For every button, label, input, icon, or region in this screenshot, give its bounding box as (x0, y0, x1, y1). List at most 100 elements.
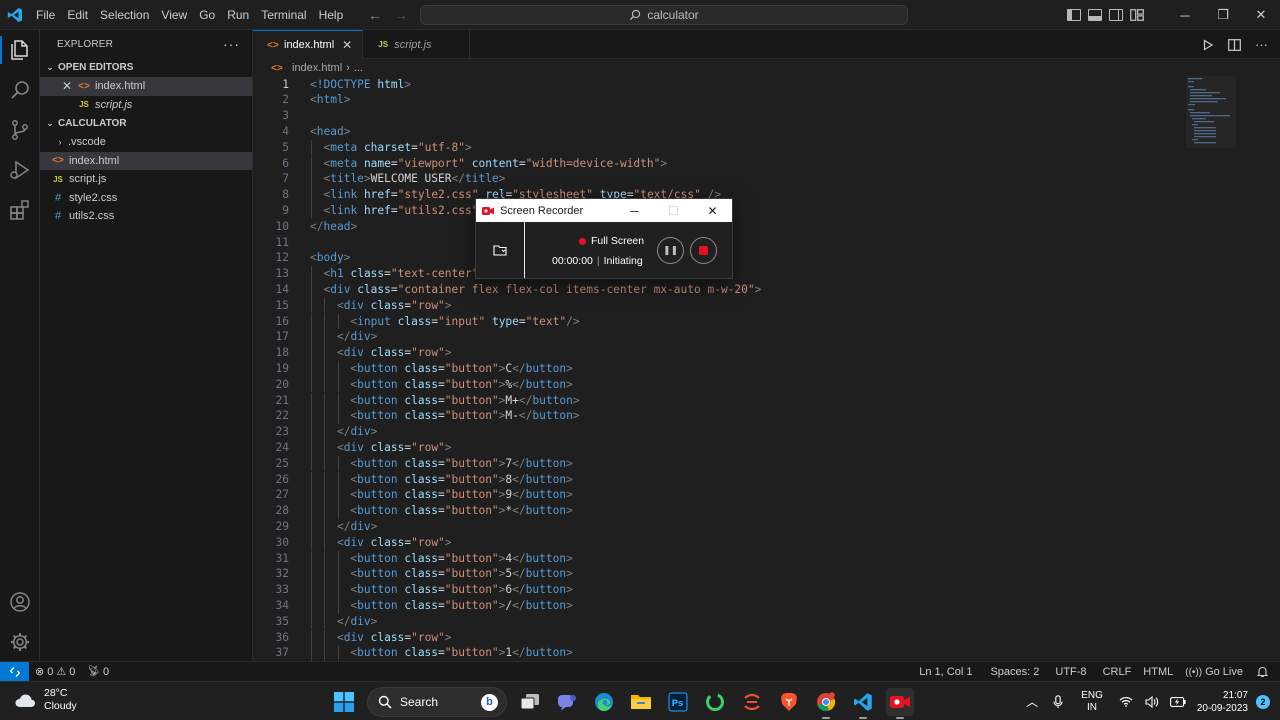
manage-gear-icon[interactable] (8, 630, 32, 654)
open-editor-item[interactable]: JS script.js (40, 96, 252, 115)
back-arrow-icon[interactable]: ← (368, 7, 382, 23)
code-line[interactable]: 33 <button class="button">6</button> (253, 582, 1193, 598)
code-editor[interactable]: 1 <!DOCTYPE html> 2 <html> 3 4 <head> 5 <meta c… (253, 76, 1280, 661)
folder-calculator-header[interactable]: ⌄ CALCULATOR (40, 114, 252, 133)
toggle-secondary-sidebar-icon[interactable] (1109, 9, 1123, 21)
code-line[interactable]: 29 </div> (253, 519, 1193, 535)
edge-browser-button[interactable] (590, 688, 618, 716)
recorder-minimize-button[interactable]: ─ (615, 199, 654, 222)
go-live-button[interactable]: ((•)) Go Live (1179, 666, 1249, 678)
run-and-debug-icon[interactable] (8, 158, 32, 182)
editor-more-actions-icon[interactable]: ··· (1255, 37, 1268, 52)
code-line[interactable]: 30 <div class="row"> (253, 535, 1193, 551)
code-line[interactable]: 26 <button class="button">8</button> (253, 472, 1193, 488)
code-line[interactable]: 36 <div class="row"> (253, 630, 1193, 646)
split-editor-icon[interactable] (1228, 38, 1241, 51)
breadcrumb-file[interactable]: index.html (292, 62, 342, 74)
menu-item-run[interactable]: Run (221, 0, 255, 30)
tree-item-style2-css[interactable]: # style2.css (40, 189, 252, 208)
remote-indicator-button[interactable] (0, 661, 29, 682)
chrome-browser-button[interactable] (812, 688, 840, 719)
end-of-line[interactable]: CRLF (1093, 666, 1138, 678)
source-control-icon[interactable] (8, 118, 32, 142)
tree-item-utils2-css[interactable]: # utils2.css (40, 207, 252, 226)
more-actions-icon[interactable]: ··· (223, 36, 240, 52)
menu-item-view[interactable]: View (155, 0, 193, 30)
toggle-primary-sidebar-icon[interactable] (1067, 9, 1081, 21)
show-hidden-icons-chevron-icon[interactable]: ︿ (1019, 682, 1045, 720)
code-line[interactable]: 22 <button class="button">M-</button> (253, 408, 1193, 424)
code-line[interactable]: 18 <div class="row"> (253, 345, 1193, 361)
code-line[interactable]: 6 <meta name="viewport" content="width=d… (253, 156, 1193, 172)
wifi-icon[interactable] (1113, 682, 1139, 720)
explorer-files-icon[interactable] (8, 38, 32, 62)
menu-item-selection[interactable]: Selection (94, 0, 155, 30)
pause-button[interactable]: ❚❚ (657, 237, 684, 264)
code-line[interactable]: 14 <div class="container flex flex-col i… (253, 282, 1193, 298)
ports-indicator[interactable]: 📡︎ 0 (81, 666, 115, 678)
code-line[interactable]: 37 <button class="button">1</button> (253, 645, 1193, 661)
input-language-indicator[interactable]: ENG IN (1071, 690, 1113, 714)
microphone-icon[interactable] (1045, 682, 1071, 720)
toggle-panel-icon[interactable] (1088, 9, 1102, 21)
customize-layout-icon[interactable] (1130, 9, 1144, 21)
code-line[interactable]: 15 <div class="row"> (253, 298, 1193, 314)
tab-index-html[interactable]: <> index.html ✕ (253, 30, 364, 59)
code-line[interactable]: 27 <button class="button">9</button> (253, 487, 1193, 503)
maximize-button[interactable]: ❐ (1204, 0, 1242, 30)
code-line[interactable]: 16 <input class="input" type="text"/> (253, 314, 1193, 330)
recorder-maximize-button[interactable]: ☐ (654, 199, 693, 222)
code-line[interactable]: 32 <button class="button">5</button> (253, 566, 1193, 582)
accounts-icon[interactable] (8, 590, 32, 614)
photoshop-button[interactable]: Ps (664, 688, 692, 716)
code-line[interactable]: 21 <button class="button">M+</button> (253, 393, 1193, 409)
open-editors-header[interactable]: ⌄ OPEN EDITORS (40, 58, 252, 77)
notification-badge[interactable]: 2 (1256, 694, 1270, 709)
volume-icon[interactable] (1139, 682, 1165, 720)
code-line[interactable]: 31 <button class="button">4</button> (253, 551, 1193, 567)
screen-recorder-taskbar-button[interactable] (886, 687, 914, 719)
teams-chat-button[interactable] (553, 688, 581, 716)
recorder-close-button[interactable]: ✕ (693, 199, 732, 222)
code-line[interactable]: 5 <meta charset="utf-8"> (253, 140, 1193, 156)
menu-item-go[interactable]: Go (193, 0, 221, 30)
code-line[interactable]: 35 </div> (253, 614, 1193, 630)
vscode-taskbar-button[interactable] (849, 688, 877, 719)
code-line[interactable]: 7 <title>WELCOME USER</title> (253, 171, 1193, 187)
menu-item-help[interactable]: Help (313, 0, 350, 30)
tab-script-js[interactable]: JS script.js (363, 30, 471, 59)
code-line[interactable]: 1 <!DOCTYPE html> (253, 77, 1193, 93)
extensions-icon[interactable] (8, 198, 32, 222)
git-app-button[interactable] (738, 688, 766, 716)
code-line[interactable]: 17 </div> (253, 329, 1193, 345)
tree-item-index-html[interactable]: <> index.html (40, 151, 252, 170)
brave-browser-button[interactable] (775, 688, 803, 716)
code-line[interactable]: 24 <div class="row"> (253, 440, 1193, 456)
close-editor-icon[interactable]: ✕ (62, 79, 76, 93)
code-line[interactable]: 2 <html> (253, 92, 1193, 108)
breadcrumb-rest[interactable]: ... (354, 62, 363, 74)
command-center-search[interactable]: calculator (420, 5, 908, 25)
code-line[interactable]: 4 <head> (253, 124, 1193, 140)
stop-button[interactable] (690, 237, 717, 264)
menu-item-file[interactable]: File (30, 0, 61, 30)
weather-widget[interactable]: 28°C Cloudy (14, 687, 77, 713)
encoding[interactable]: UTF-8 (1045, 666, 1092, 678)
run-file-icon[interactable] (1202, 38, 1214, 51)
task-view-button[interactable] (516, 688, 544, 716)
minimap[interactable] (1186, 76, 1236, 148)
close-window-button[interactable]: ✕ (1242, 0, 1280, 30)
clock[interactable]: 21:07 20-09-2023 (1191, 689, 1256, 715)
menu-item-edit[interactable]: Edit (61, 0, 94, 30)
forward-arrow-icon[interactable]: → (394, 7, 408, 23)
tree-item-vscode-folder[interactable]: › .vscode (40, 133, 252, 152)
code-line[interactable]: 3 (253, 108, 1193, 124)
battery-charging-icon[interactable] (1165, 682, 1191, 720)
code-line[interactable]: 28 <button class="button">*</button> (253, 503, 1193, 519)
problems-indicator[interactable]: ⊗ 0 ⚠ 0 (29, 665, 81, 679)
close-tab-icon[interactable]: ✕ (342, 38, 352, 52)
notifications-bell-icon[interactable] (1249, 666, 1280, 678)
circular-app-button[interactable] (701, 688, 729, 716)
indentation[interactable]: Spaces: 2 (978, 666, 1045, 678)
code-line[interactable]: 19 <button class="button">C</button> (253, 361, 1193, 377)
